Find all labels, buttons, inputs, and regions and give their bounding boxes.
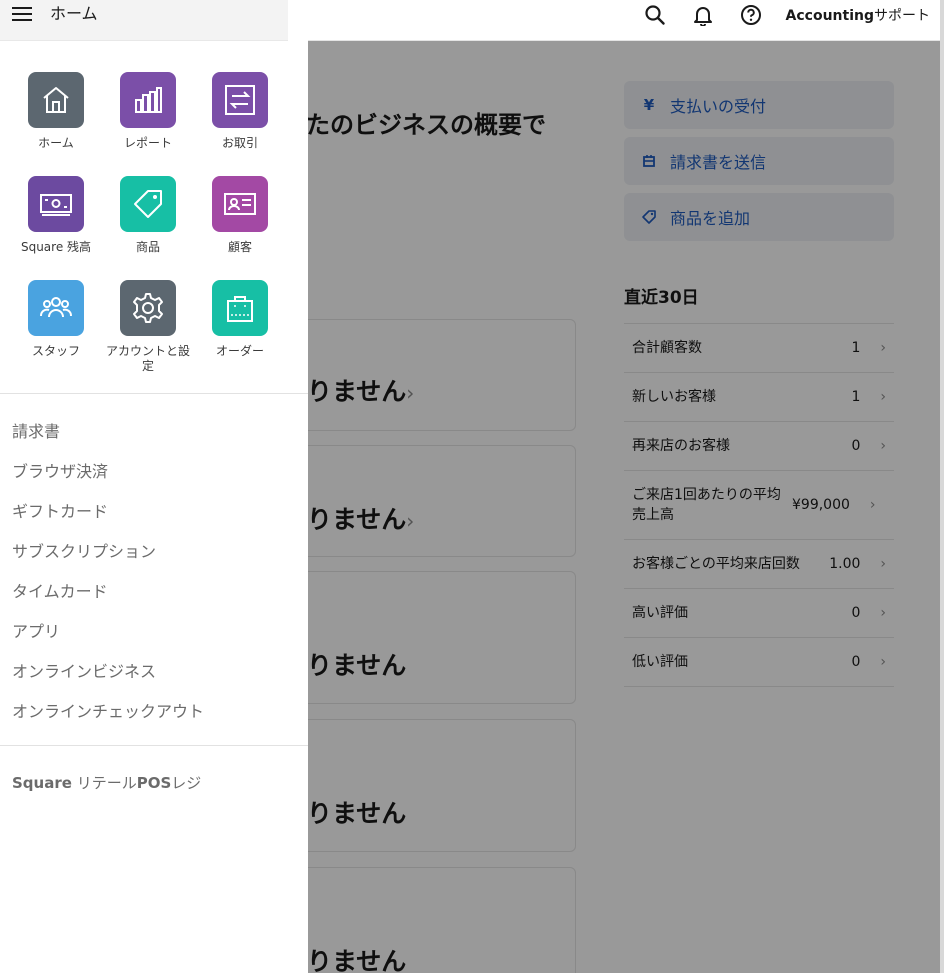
retail-pos-link[interactable]: Square リテールPOSレジ xyxy=(12,772,201,793)
hamburger-menu-icon[interactable] xyxy=(12,2,34,26)
search-icon[interactable] xyxy=(642,2,668,28)
app-label: レポート xyxy=(123,136,172,150)
balance-icon xyxy=(28,176,84,232)
nav-item-timecards[interactable]: タイムカード xyxy=(12,570,204,610)
app-staff[interactable]: スタッフ xyxy=(10,280,102,376)
drawer-header: ホーム xyxy=(0,0,288,41)
bell-icon[interactable] xyxy=(690,2,716,28)
nav-item-invoices[interactable]: 請求書 xyxy=(12,410,204,450)
staff-icon xyxy=(28,280,84,336)
nav-item-online-business[interactable]: オンラインビジネス xyxy=(12,650,204,690)
app-label: ホーム xyxy=(38,136,74,150)
retail-end: レジ xyxy=(171,774,202,792)
app-orders[interactable]: オーダー xyxy=(194,280,286,376)
scrollbar[interactable] xyxy=(940,0,944,973)
home-icon xyxy=(28,72,84,128)
app-label: お取引 xyxy=(221,136,258,150)
customer-card-icon xyxy=(212,176,268,232)
drawer-nav-list: 請求書 ブラウザ決済 ギフトカード サブスクリプション タイムカード アプリ オ… xyxy=(12,410,204,730)
report-icon xyxy=(120,72,176,128)
app-label: 顧客 xyxy=(227,240,252,254)
app-reports[interactable]: レポート xyxy=(102,72,194,168)
transactions-icon xyxy=(212,72,268,128)
retail-brand: Square xyxy=(12,774,72,792)
tag-icon xyxy=(120,176,176,232)
gear-icon xyxy=(120,280,176,336)
app-items[interactable]: 商品 xyxy=(102,176,194,272)
app-label: オーダー xyxy=(215,344,264,358)
help-icon[interactable] xyxy=(738,2,764,28)
drawer-title: ホーム xyxy=(50,4,98,23)
nav-item-online-checkout[interactable]: オンラインチェックアウト xyxy=(12,690,204,730)
app-account-settings[interactable]: アカウントと設定 xyxy=(102,280,194,376)
app-grid: ホーム レポート お取引 Square 残高 商品 顧客 スタッフ アカウントと… xyxy=(10,72,288,376)
app-label: Square 残高 xyxy=(20,240,92,254)
support-light: サポート xyxy=(874,8,930,24)
app-customers[interactable]: 顧客 xyxy=(194,176,286,272)
app-transactions[interactable]: お取引 xyxy=(194,72,286,168)
support-bold: Accounting xyxy=(785,8,874,24)
nav-item-gift-cards[interactable]: ギフトカード xyxy=(12,490,204,530)
shopping-bag-icon xyxy=(212,280,268,336)
app-home[interactable]: ホーム xyxy=(10,72,102,168)
nav-item-subscriptions[interactable]: サブスクリプション xyxy=(12,530,204,570)
app-label: 商品 xyxy=(135,240,160,254)
drawer-divider xyxy=(0,393,308,394)
retail-mid: リテール xyxy=(71,774,137,792)
drawer-divider xyxy=(0,745,308,746)
app-square-balance[interactable]: Square 残高 xyxy=(10,176,102,272)
nav-item-browser-payments[interactable]: ブラウザ決済 xyxy=(12,450,204,490)
retail-pos: POS xyxy=(136,774,172,792)
nav-item-apps[interactable]: アプリ xyxy=(12,610,204,650)
side-drawer: ホーム ホーム レポート お取引 Square 残高 商品 顧客 スタッフ アカ… xyxy=(0,0,308,973)
support-link[interactable]: Accountingサポート xyxy=(786,5,930,25)
app-label: スタッフ xyxy=(31,344,80,358)
app-label: アカウントと設定 xyxy=(105,344,190,373)
